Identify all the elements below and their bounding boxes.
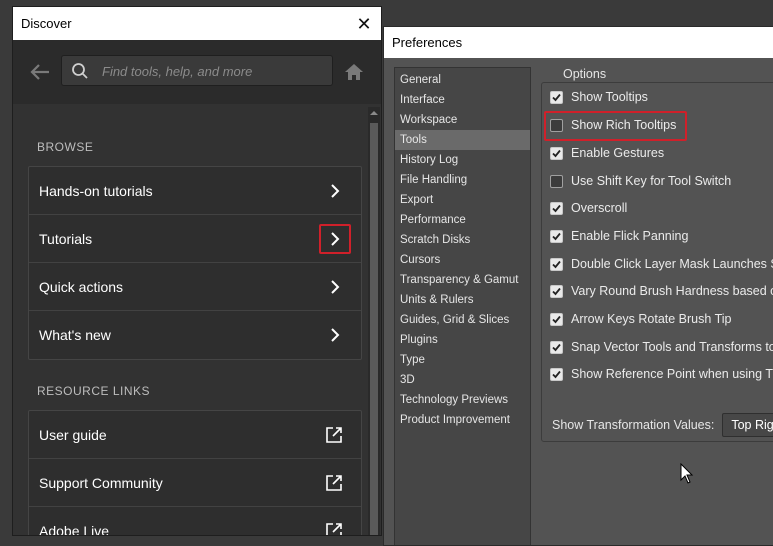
category-scratch-disks[interactable]: Scratch Disks [395, 230, 530, 250]
browse-item-quick-actions[interactable]: Quick actions [29, 263, 361, 311]
resource-links-heading: RESOURCE LINKS [37, 384, 151, 398]
category-interface[interactable]: Interface [395, 90, 530, 110]
option-enable-gestures[interactable]: Enable Gestures [550, 143, 664, 163]
category-units-rulers[interactable]: Units & Rulers [395, 290, 530, 310]
option-label: Double Click Layer Mask Launches Se [571, 257, 773, 271]
category-tools[interactable]: Tools [395, 130, 530, 150]
chevron-right-icon[interactable] [319, 272, 351, 302]
checkbox-unchecked[interactable] [550, 174, 563, 188]
option-label: Use Shift Key for Tool Switch [571, 174, 732, 188]
scroll-up-icon[interactable] [370, 109, 378, 117]
category-general[interactable]: General [395, 70, 530, 90]
option-label: Show Reference Point when using Tr [571, 367, 773, 381]
discover-title: Discover [21, 16, 72, 31]
preferences-titlebar: Preferences [384, 27, 773, 58]
browse-item-label: Hands-on tutorials [39, 182, 153, 199]
option-double-click-layer-mask[interactable]: Double Click Layer Mask Launches Se [550, 254, 773, 274]
resource-card: User guide Support Community Adobe Live [28, 410, 362, 536]
checkbox-checked[interactable] [550, 312, 563, 326]
browse-heading: BROWSE [37, 140, 94, 154]
option-use-shift-key[interactable]: Use Shift Key for Tool Switch [550, 171, 731, 191]
home-icon[interactable] [344, 63, 364, 81]
option-label: Enable Flick Panning [571, 229, 689, 243]
discover-window: Discover ✕ BROWSE Hands-on tutorials [12, 6, 382, 536]
browse-item-whats-new[interactable]: What's new [29, 311, 361, 359]
category-workspace[interactable]: Workspace [395, 110, 530, 130]
discover-content: BROWSE Hands-on tutorials Tutorials Quic… [13, 104, 381, 535]
category-history-log[interactable]: History Log [395, 150, 530, 170]
category-file-handling[interactable]: File Handling [395, 170, 530, 190]
option-snap-vector-tools[interactable]: Snap Vector Tools and Transforms to [550, 337, 773, 357]
option-enable-flick-panning[interactable]: Enable Flick Panning [550, 226, 688, 246]
category-plugins[interactable]: Plugins [395, 330, 530, 350]
search-icon [72, 63, 88, 79]
option-label: Arrow Keys Rotate Brush Tip [571, 312, 732, 326]
category-technology-previews[interactable]: Technology Previews [395, 390, 530, 410]
option-label: Snap Vector Tools and Transforms to [571, 340, 773, 354]
transform-values-select[interactable]: Top Rig [722, 413, 773, 437]
checkbox-checked[interactable] [550, 340, 563, 354]
checkbox-checked[interactable] [550, 257, 563, 271]
transform-values-label: Show Transformation Values: [552, 418, 715, 432]
browse-item-tutorials[interactable]: Tutorials [29, 215, 361, 263]
option-show-tooltips[interactable]: Show Tooltips [550, 87, 648, 107]
chevron-right-icon[interactable] [319, 223, 351, 254]
option-label: Enable Gestures [571, 146, 665, 160]
browse-item-label: What's new [39, 327, 111, 343]
option-label: Overscroll [571, 201, 628, 215]
highlight-box [544, 111, 687, 141]
close-icon[interactable]: ✕ [355, 15, 373, 33]
checkbox-checked[interactable] [550, 229, 563, 243]
discover-titlebar: Discover ✕ [13, 7, 381, 40]
option-label: Show Tooltips [571, 90, 648, 104]
browse-item-label: Tutorials [39, 230, 93, 247]
resource-item-label: Support Community [39, 474, 163, 491]
category-3d[interactable]: 3D [395, 370, 530, 390]
option-vary-round-brush-hardness[interactable]: Vary Round Brush Hardness based or [550, 281, 773, 301]
mouse-cursor-icon [680, 463, 694, 484]
chevron-right-icon[interactable] [319, 320, 351, 350]
checkbox-checked[interactable] [550, 367, 563, 381]
checkbox-checked[interactable] [550, 284, 563, 298]
search-input[interactable] [100, 60, 329, 83]
checkbox-checked[interactable] [550, 146, 563, 160]
chevron-right-icon[interactable] [319, 176, 351, 206]
browse-item-label: Quick actions [39, 278, 124, 295]
checkbox-checked[interactable] [550, 201, 563, 215]
option-overscroll[interactable]: Overscroll [550, 198, 627, 218]
browse-card: Hands-on tutorials Tutorials Quick actio… [28, 166, 362, 360]
resource-item-label: Adobe Live [39, 523, 110, 536]
category-guides-grid-slices[interactable]: Guides, Grid & Slices [395, 310, 530, 330]
preferences-title: Preferences [392, 35, 463, 50]
category-type[interactable]: Type [395, 350, 530, 370]
back-arrow-icon[interactable] [29, 62, 51, 82]
category-cursors[interactable]: Cursors [395, 250, 530, 270]
checkbox-checked[interactable] [550, 90, 563, 104]
external-link-icon[interactable] [325, 426, 343, 444]
resource-item-label: User guide [39, 426, 107, 443]
transform-values-row: Show Transformation Values: Top Rig [552, 413, 773, 437]
resource-item-user-guide[interactable]: User guide [29, 411, 361, 459]
category-list: General Interface Workspace Tools Histor… [394, 67, 531, 545]
discover-topbar [13, 40, 381, 104]
option-show-reference-point[interactable]: Show Reference Point when using Tr [550, 364, 773, 384]
discover-scrollbar[interactable] [368, 107, 380, 535]
preferences-window: Preferences General Interface Workspace … [383, 26, 773, 546]
scrollbar-thumb[interactable] [370, 123, 378, 535]
category-performance[interactable]: Performance [395, 210, 530, 230]
options-title: Options [560, 67, 610, 81]
category-transparency-gamut[interactable]: Transparency & Gamut [395, 270, 530, 290]
category-export[interactable]: Export [395, 190, 530, 210]
option-label: Vary Round Brush Hardness based or [571, 284, 773, 298]
external-link-icon[interactable] [325, 474, 343, 492]
browse-item-hands-on-tutorials[interactable]: Hands-on tutorials [29, 167, 361, 215]
resource-item-support-community[interactable]: Support Community [29, 459, 361, 507]
option-arrow-keys-rotate-brush[interactable]: Arrow Keys Rotate Brush Tip [550, 309, 731, 329]
category-product-improvement[interactable]: Product Improvement [395, 410, 530, 430]
external-link-icon[interactable] [325, 522, 343, 536]
search-box[interactable] [61, 55, 333, 86]
